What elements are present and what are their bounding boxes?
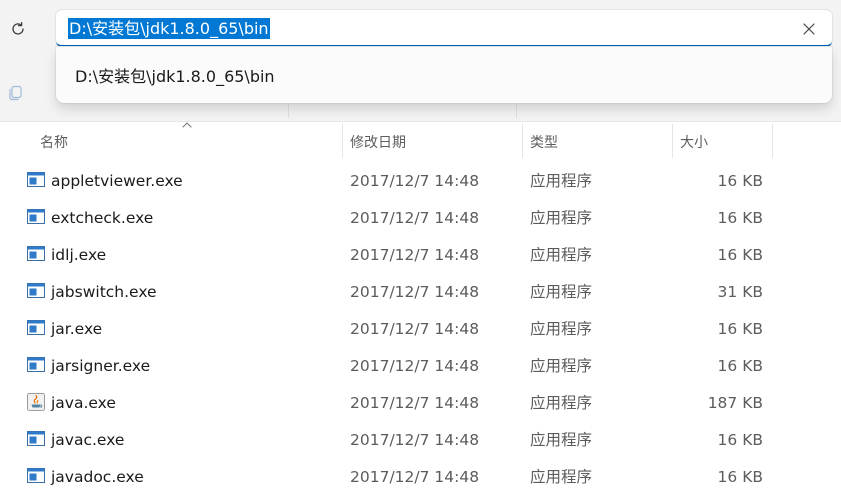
file-size: 16 KB xyxy=(717,172,763,190)
file-modified: 2017/12/7 14:48 xyxy=(350,209,480,227)
file-row[interactable]: java.exe 2017/12/7 14:48 应用程序 187 KB xyxy=(0,384,841,421)
column-divider[interactable] xyxy=(522,124,523,158)
file-type: 应用程序 xyxy=(530,320,593,338)
exe-icon xyxy=(27,357,45,372)
file-name: javadoc.exe xyxy=(51,468,144,486)
file-size: 16 KB xyxy=(717,468,763,486)
file-row[interactable]: javac.exe 2017/12/7 14:48 应用程序 16 KB xyxy=(0,421,841,458)
suggestion-item[interactable]: D:\安装包\jdk1.8.0_65\bin xyxy=(75,67,275,87)
exe-icon xyxy=(27,468,45,483)
file-row[interactable]: jabswitch.exe 2017/12/7 14:48 应用程序 31 KB xyxy=(0,273,841,310)
address-suggestions: D:\安装包\jdk1.8.0_65\bin xyxy=(56,47,832,103)
column-divider[interactable] xyxy=(342,124,343,158)
file-name: extcheck.exe xyxy=(51,209,154,227)
file-type: 应用程序 xyxy=(530,357,593,375)
file-type: 应用程序 xyxy=(530,394,593,412)
address-input[interactable]: D:\安装包\jdk1.8.0_65\bin xyxy=(68,18,270,39)
column-header-type[interactable]: 类型 xyxy=(530,132,558,152)
file-name: idlj.exe xyxy=(51,246,107,264)
exe-icon xyxy=(27,246,45,261)
column-header-row: 名称 修改日期 类型 大小 xyxy=(0,122,841,158)
file-row[interactable]: jarsigner.exe 2017/12/7 14:48 应用程序 16 KB xyxy=(0,347,841,384)
file-row[interactable]: jar.exe 2017/12/7 14:48 应用程序 16 KB xyxy=(0,310,841,347)
column-divider[interactable] xyxy=(672,124,673,158)
file-size: 16 KB xyxy=(717,246,763,264)
file-size: 16 KB xyxy=(717,209,763,227)
file-modified: 2017/12/7 14:48 xyxy=(350,172,480,190)
file-modified: 2017/12/7 14:48 xyxy=(350,320,480,338)
file-modified: 2017/12/7 14:48 xyxy=(350,468,480,486)
file-name: appletviewer.exe xyxy=(51,172,183,190)
file-name: jabswitch.exe xyxy=(51,283,157,301)
column-header-size[interactable]: 大小 xyxy=(680,132,708,152)
exe-icon xyxy=(27,209,45,224)
chevron-up-icon xyxy=(182,122,192,128)
file-size: 31 KB xyxy=(717,283,763,301)
exe-icon xyxy=(27,431,45,446)
copy-button[interactable] xyxy=(2,80,28,106)
file-row[interactable]: appletviewer.exe 2017/12/7 14:48 应用程序 16… xyxy=(0,162,841,199)
file-modified: 2017/12/7 14:48 xyxy=(350,246,480,264)
file-type: 应用程序 xyxy=(530,468,593,486)
refresh-button[interactable] xyxy=(4,15,32,43)
exe-icon xyxy=(27,172,45,187)
file-size: 16 KB xyxy=(717,320,763,338)
file-row[interactable]: extcheck.exe 2017/12/7 14:48 应用程序 16 KB xyxy=(0,199,841,236)
column-header-name[interactable]: 名称 xyxy=(40,132,68,152)
file-name: javac.exe xyxy=(51,431,125,449)
file-name: java.exe xyxy=(51,394,116,412)
file-row[interactable]: javadoc.exe 2017/12/7 14:48 应用程序 16 KB xyxy=(0,458,841,495)
file-row[interactable]: idlj.exe 2017/12/7 14:48 应用程序 16 KB xyxy=(0,236,841,273)
column-divider[interactable] xyxy=(772,124,773,158)
close-icon xyxy=(803,23,815,35)
file-modified: 2017/12/7 14:48 xyxy=(350,283,480,301)
column-header-modified[interactable]: 修改日期 xyxy=(350,132,406,152)
file-name: jar.exe xyxy=(51,320,103,338)
file-modified: 2017/12/7 14:48 xyxy=(350,357,480,375)
refresh-icon xyxy=(12,21,24,35)
file-type: 应用程序 xyxy=(530,246,593,264)
exe-icon xyxy=(27,320,45,335)
file-modified: 2017/12/7 14:48 xyxy=(350,394,480,412)
file-size: 187 KB xyxy=(707,394,763,412)
exe-icon xyxy=(27,283,45,298)
file-size: 16 KB xyxy=(717,431,763,449)
clear-address-button[interactable] xyxy=(800,20,818,38)
copy-icon xyxy=(9,85,22,101)
file-size: 16 KB xyxy=(717,357,763,375)
file-type: 应用程序 xyxy=(530,172,593,190)
file-type: 应用程序 xyxy=(530,209,593,227)
file-type: 应用程序 xyxy=(530,431,593,449)
file-name: jarsigner.exe xyxy=(51,357,151,375)
file-modified: 2017/12/7 14:48 xyxy=(350,431,480,449)
address-bar[interactable]: D:\安装包\jdk1.8.0_65\bin xyxy=(56,10,832,47)
java-icon xyxy=(27,393,45,411)
file-type: 应用程序 xyxy=(530,283,593,301)
